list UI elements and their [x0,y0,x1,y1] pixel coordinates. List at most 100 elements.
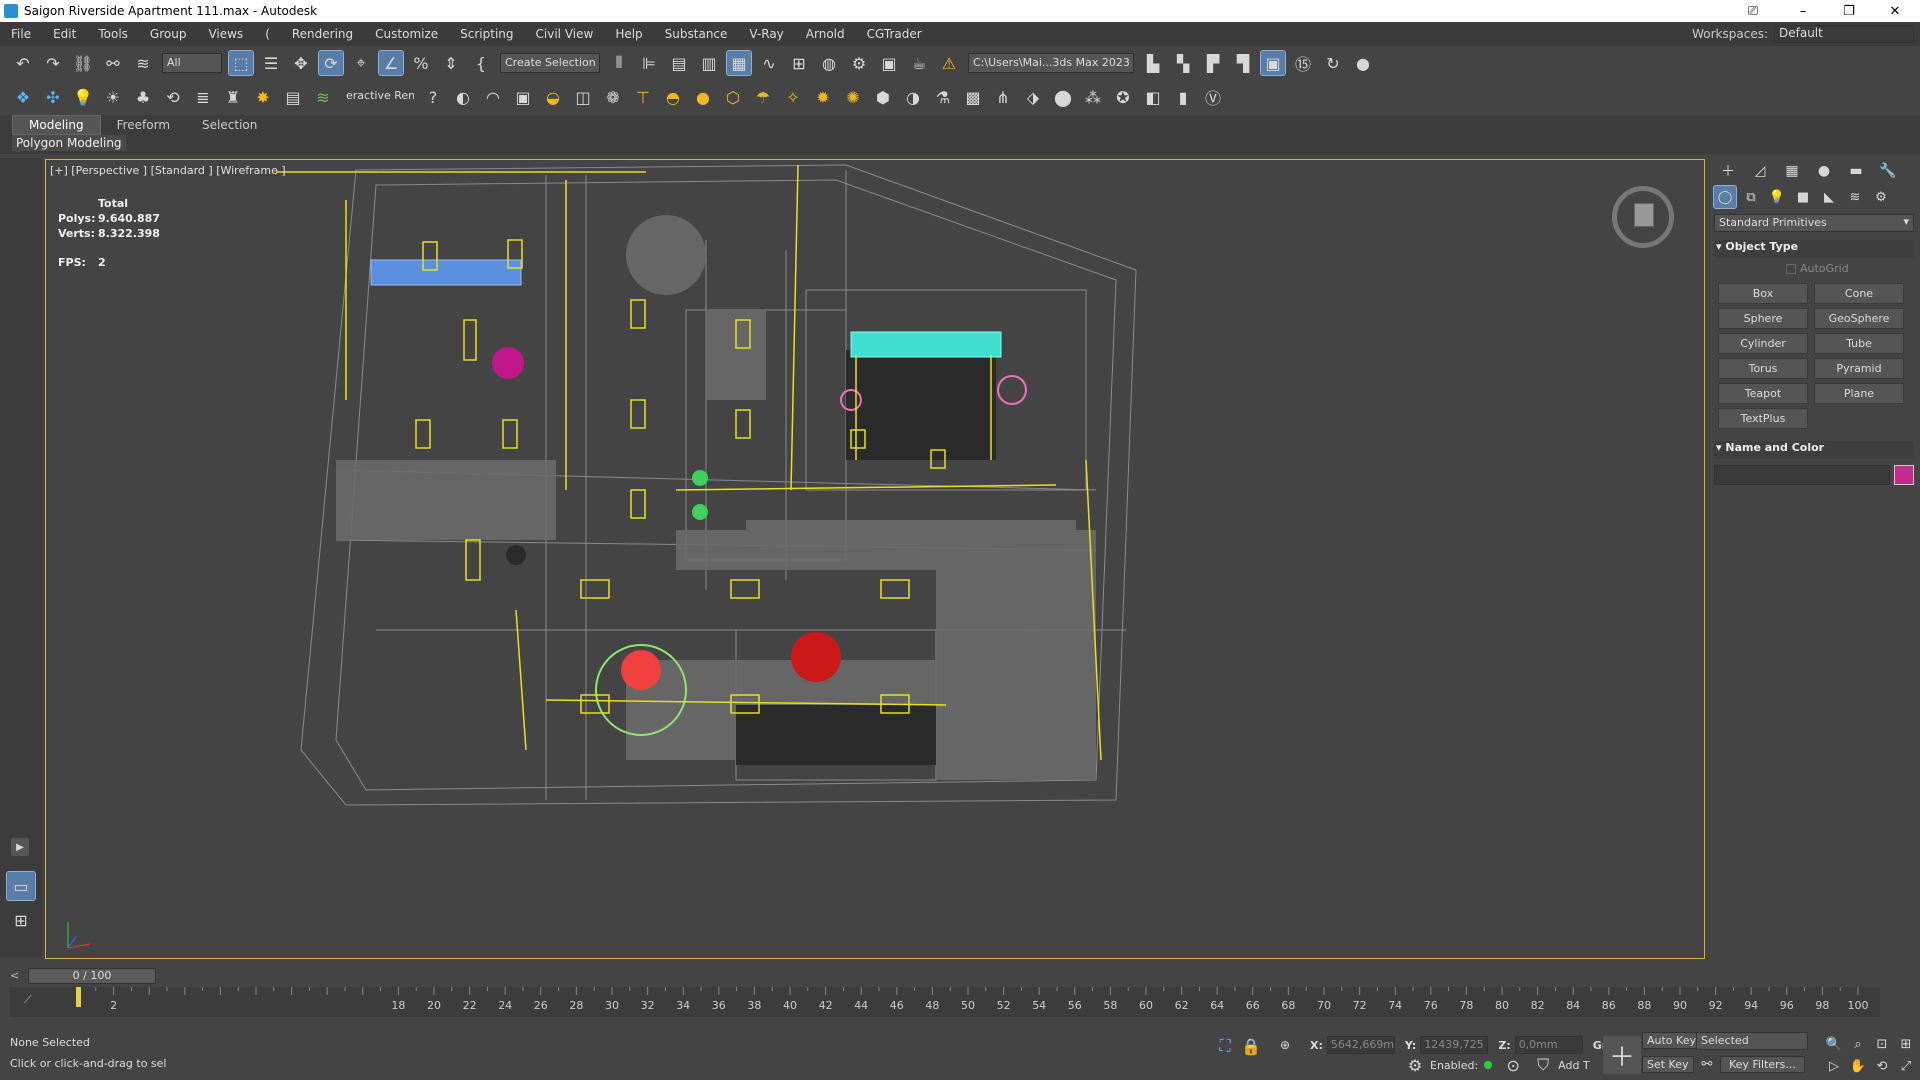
spinner-snap-icon[interactable]: ⇕ [439,51,463,75]
ribbon-toggle-icon[interactable]: ▦ [726,50,752,76]
track-bar-mini-curve-icon[interactable]: ⟋ [24,993,32,1007]
vray-decal-icon[interactable]: ⬗ [1021,85,1045,109]
edit-named-selection-icon[interactable]: { [469,51,493,75]
menu-scripting[interactable]: Scripting [449,27,524,41]
vray-scatter-icon[interactable]: ⁂ [1081,85,1105,109]
select-by-name-icon[interactable]: ☰ [259,51,283,75]
zoom-extents-icon[interactable]: ⊡ [1870,1032,1894,1056]
menu-create[interactable]: ( [254,27,281,41]
scene-converter-icon[interactable]: ❖ [11,85,35,109]
fire-icon[interactable]: ✸ [251,85,275,109]
tree-icon[interactable]: ♣ [131,85,155,109]
teapot-button[interactable]: Teapot [1718,383,1808,404]
percent-snap-icon[interactable]: % [409,51,433,75]
menu-edit[interactable]: Edit [42,27,87,41]
dome-icon[interactable]: ◠ [481,85,505,109]
absolute-mode-icon[interactable]: ⊕ [1273,1033,1297,1057]
lock-icon[interactable]: 🔒 [1239,1034,1263,1058]
time-slider-thumb[interactable]: 0 / 100 [28,968,156,984]
vray-box-icon[interactable]: ⬢ [871,85,895,109]
maximize-viewport-icon[interactable]: ⤢ [1894,1054,1918,1078]
merge-icon[interactable]: ▜ [1231,51,1255,75]
vray-sphere-icon[interactable]: ⬤ [1051,85,1075,109]
interactive-render-label[interactable]: eractive Rend [342,87,414,107]
key-filter-icon[interactable]: ⚯ [1695,1052,1719,1076]
auto-key-button[interactable]: Auto Key [1642,1032,1701,1049]
menu-views[interactable]: Views [197,27,254,41]
modify-tab-icon[interactable]: ◿ [1748,159,1772,183]
rendered-frame-icon[interactable]: ▣ [877,51,901,75]
schematic-view-icon[interactable]: ⊞ [787,51,811,75]
align-icon[interactable]: ⊫ [637,51,661,75]
teapot-icon[interactable]: ◐ [451,85,475,109]
enabled-indicator[interactable] [1484,1061,1493,1069]
isolate-icon[interactable]: ⛶ [1213,1034,1237,1058]
render-production-icon[interactable]: ☕ [907,51,931,75]
scene-explorer-icon[interactable]: ▤ [667,51,691,75]
object-color-swatch[interactable] [1894,465,1914,485]
help-icon[interactable]: ⎚ [1730,0,1776,22]
import-icon[interactable]: ▚ [1171,51,1195,75]
adaptive-icon[interactable]: ⚙ [1403,1053,1427,1077]
vray-grass-icon[interactable]: ⋔ [991,85,1015,109]
key-set-dropdown[interactable]: Selected [1696,1032,1808,1050]
vray-sky-icon[interactable]: ✺ [841,85,865,109]
vray-clipper-icon[interactable]: ✪ [1111,85,1135,109]
vray-fur-icon[interactable]: ❁ [601,85,625,109]
utilities-tab-icon[interactable]: 🔧 [1876,159,1900,183]
save-icon[interactable]: ▣ [1260,50,1286,76]
geometry-icon[interactable]: ◯ [1713,185,1737,209]
menu-civil-view[interactable]: Civil View [525,27,605,41]
perspective-viewport[interactable]: [+] [Perspective ] [Standard ] [Wirefram… [45,159,1705,959]
vray-sphere-light-icon[interactable]: ● [691,85,715,109]
geosphere-button[interactable]: GeoSphere [1814,308,1904,329]
light-lister-icon[interactable]: 💡 [71,85,95,109]
time-slider[interactable]: < 0 / 100 [10,967,1710,985]
table-icon[interactable]: ▤ [281,85,305,109]
refresh-icon[interactable]: ⟲ [161,85,185,109]
expand-arrow-icon[interactable]: ▶ [11,838,29,856]
curve-editor-icon[interactable]: ∿ [757,51,781,75]
vray-stats-icon[interactable]: ▮ [1171,85,1195,109]
sync-icon[interactable]: ↻ [1321,51,1345,75]
torus-button[interactable]: Torus [1718,358,1808,379]
motion-tab-icon[interactable]: ● [1812,159,1836,183]
menu-tools[interactable]: Tools [87,27,139,41]
menu-group[interactable]: Group [139,27,198,41]
textplus-button[interactable]: TextPlus [1718,408,1808,429]
sun-icon[interactable]: ☀ [101,85,125,109]
mirror-icon[interactable]: ⫴ [607,51,631,75]
tab-freeform[interactable]: Freeform [101,116,186,134]
cone-button[interactable]: Cone [1814,283,1904,304]
restore-button[interactable]: ❐ [1826,0,1872,22]
menu-file[interactable]: File [0,27,42,41]
menu-substance[interactable]: Substance [654,27,739,41]
vray-camera-icon[interactable]: ⚗ [931,85,955,109]
vray-sun-icon[interactable]: ✹ [811,85,835,109]
vray-env-fog-icon[interactable]: ▩ [961,85,985,109]
batch-render-icon[interactable]: ✣ [41,85,65,109]
cameras-icon[interactable]: ■ [1792,186,1814,208]
object-name-field[interactable] [1714,465,1890,485]
viewport-label[interactable]: [+] [Perspective ] [Standard ] [Wirefram… [50,164,286,177]
workspaces-dropdown[interactable]: Default [1774,25,1914,43]
help-circle-icon[interactable]: ? [421,85,445,109]
open-explorer-icon[interactable]: ▙ [1141,51,1165,75]
vray-material-icon[interactable]: ◒ [541,85,565,109]
polygon-modeling-panel[interactable]: Polygon Modeling [12,135,126,151]
zoom-all-icon[interactable]: ⌕ [1846,1032,1870,1056]
plane-button[interactable]: Plane [1814,383,1904,404]
menu-arnold[interactable]: Arnold [795,27,856,41]
minimize-button[interactable]: – [1780,0,1826,22]
layer-explorer-icon[interactable]: ▥ [697,51,721,75]
systems-icon[interactable]: ⚙ [1870,186,1892,208]
vray-ies-light-icon[interactable]: ☂ [751,85,775,109]
x-field[interactable]: 5642,669m [1326,1036,1395,1054]
orbit-icon[interactable]: ⟲ [1870,1054,1894,1078]
vray-light-icon[interactable]: ⊤ [631,85,655,109]
time-tag-icon[interactable]: ⊙ [1501,1053,1525,1077]
frame-buffer-icon[interactable]: ▣ [511,85,535,109]
zoom-icon[interactable]: 🔍 [1822,1032,1846,1056]
track-bar[interactable]: ⟋ 2 18 20 22 24 26 28 30 32 34 36 38 40 42 44 46 48 50 52 5… [10,987,1880,1017]
render-setup-icon[interactable]: ⚙ [847,51,871,75]
